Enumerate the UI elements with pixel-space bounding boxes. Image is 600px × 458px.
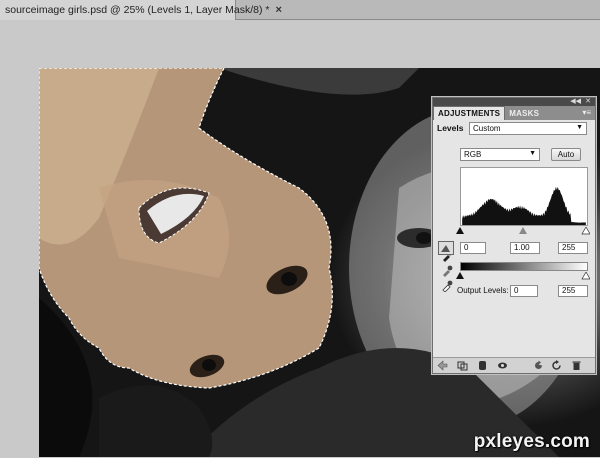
preset-row: Levels Custom ▼ xyxy=(433,120,597,140)
input-gamma-handle[interactable] xyxy=(519,227,527,234)
input-black-handle[interactable] xyxy=(456,227,464,234)
workspace: pxleyes.com ◀◀ ✕ ADJUSTMENTS MASKS ▾≡ Le… xyxy=(0,21,600,458)
output-white-field[interactable]: 255 xyxy=(558,285,588,297)
channel-dropdown-icon: ▼ xyxy=(529,150,536,157)
adjustments-panel: ◀◀ ✕ ADJUSTMENTS MASKS ▾≡ Levels Custom … xyxy=(432,97,596,374)
output-gradient-bar xyxy=(460,262,588,271)
document-tab-bar: sourceimage girls.psd @ 25% (Levels 1, L… xyxy=(0,0,600,20)
tab-adjustments[interactable]: ADJUSTMENTS xyxy=(433,106,506,120)
reset-icon[interactable] xyxy=(551,360,562,371)
delete-icon[interactable] xyxy=(571,360,582,371)
input-gamma-field[interactable]: 1.00 xyxy=(510,242,540,254)
output-levels-slider[interactable] xyxy=(456,272,590,280)
close-tab-icon[interactable]: × xyxy=(276,4,282,16)
preset-dropdown-icon: ▼ xyxy=(576,124,583,131)
channel-row: RGB ▼ Auto xyxy=(433,146,597,164)
input-white-handle[interactable] xyxy=(581,227,590,235)
panel-bottom-toolbar xyxy=(433,357,595,373)
collapse-panel-icon[interactable]: ◀◀ xyxy=(570,97,581,105)
tab-masks[interactable]: MASKS xyxy=(505,107,543,120)
channel-select[interactable]: RGB ▼ xyxy=(460,148,540,161)
input-black-field[interactable]: 0 xyxy=(460,242,486,254)
gray-point-eyedropper-icon[interactable] xyxy=(441,265,453,277)
preset-select[interactable]: Custom ▼ xyxy=(469,122,587,135)
channel-select-value: RGB xyxy=(464,150,482,159)
output-black-handle[interactable] xyxy=(456,272,464,279)
preset-select-value: Custom xyxy=(473,124,501,133)
back-arrow-icon[interactable] xyxy=(437,360,448,371)
view-previous-icon[interactable] xyxy=(533,360,544,371)
panel-titlebar[interactable]: ◀◀ ✕ xyxy=(433,98,595,106)
clip-to-layer-icon[interactable] xyxy=(457,360,468,371)
levels-histogram xyxy=(460,167,588,226)
panel-tab-strip: ADJUSTMENTS MASKS ▾≡ xyxy=(433,106,595,120)
visibility-eye-icon[interactable] xyxy=(497,360,508,371)
document-tab-title: sourceimage girls.psd @ 25% (Levels 1, L… xyxy=(5,4,270,16)
watermark: pxleyes.com xyxy=(473,431,590,452)
input-levels-slider[interactable] xyxy=(456,227,590,235)
layer-mask-icon[interactable] xyxy=(477,360,488,371)
white-point-eyedropper-icon[interactable] xyxy=(441,280,453,292)
auto-button[interactable]: Auto xyxy=(551,148,581,161)
clip-warning-icon[interactable] xyxy=(438,241,454,255)
output-black-field[interactable]: 0 xyxy=(510,285,538,297)
output-levels-label: Output Levels: xyxy=(457,286,509,295)
document-tab[interactable]: sourceimage girls.psd @ 25% (Levels 1, L… xyxy=(0,0,282,20)
input-white-field[interactable]: 255 xyxy=(558,242,588,254)
panel-menu-icon[interactable]: ▾≡ xyxy=(582,108,591,117)
close-panel-icon[interactable]: ✕ xyxy=(585,97,591,105)
levels-label: Levels xyxy=(437,123,464,133)
output-white-handle[interactable] xyxy=(581,272,590,280)
